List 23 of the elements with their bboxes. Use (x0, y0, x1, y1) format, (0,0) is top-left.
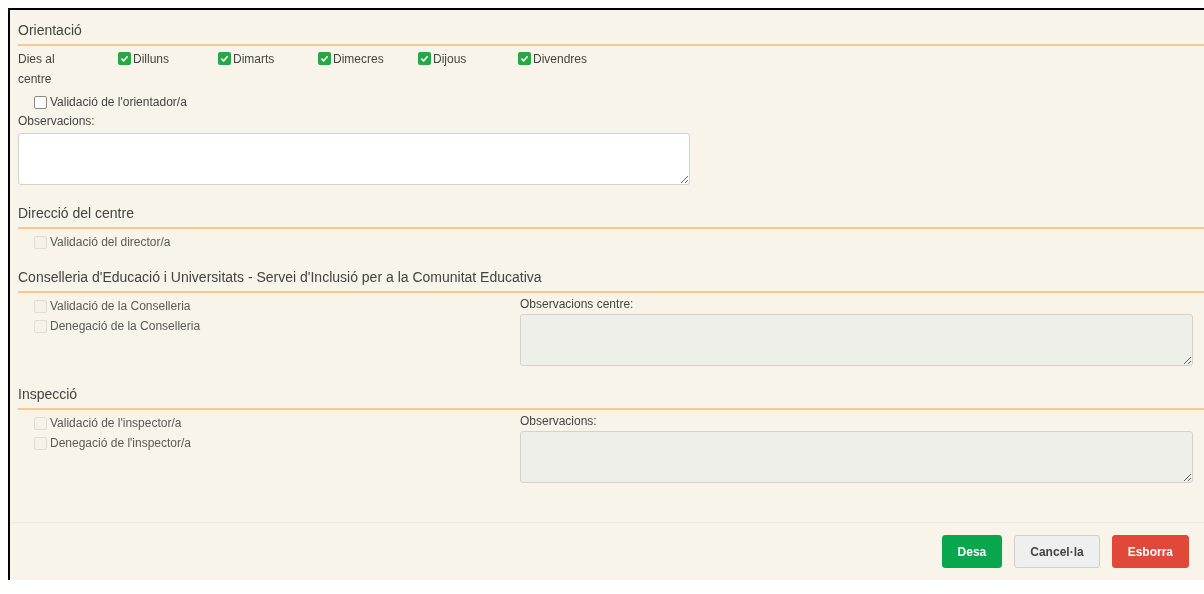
field-label: Observacions: (18, 113, 96, 129)
section-title: Orientació (18, 22, 82, 38)
cancel-button[interactable]: Cancel·la (1014, 535, 1100, 568)
checkbox[interactable] (418, 52, 431, 65)
checkbox-label[interactable]: Validació de l'orientador/a (50, 95, 187, 109)
checkbox-label[interactable]: Dimarts (233, 52, 275, 66)
checkbox[interactable] (118, 52, 131, 65)
field-label: Dies al centre (18, 51, 56, 88)
checkbox-label[interactable]: Dimecres (333, 52, 384, 66)
checkbox[interactable] (518, 52, 531, 65)
checkbox[interactable] (318, 52, 331, 65)
delete-button[interactable]: Esborra (1111, 535, 1189, 568)
checkbox-label[interactable]: Dilluns (133, 52, 169, 66)
field-label: Observacions: (520, 413, 598, 429)
field-label: Observacions centre: (520, 296, 635, 312)
checkbox-label[interactable]: Dijous (433, 52, 467, 66)
checkbox[interactable] (34, 95, 47, 109)
section-title: Direcció del centre (18, 205, 134, 221)
text-area[interactable] (18, 133, 690, 185)
section-title: Inspecció (18, 386, 78, 402)
checkbox-label[interactable]: Divendres (533, 52, 588, 66)
checkbox[interactable] (218, 52, 231, 65)
section-title: Conselleria d'Educació i Universitats - Servei d'Inclusió per a la Comunitat Educativa (18, 269, 542, 285)
